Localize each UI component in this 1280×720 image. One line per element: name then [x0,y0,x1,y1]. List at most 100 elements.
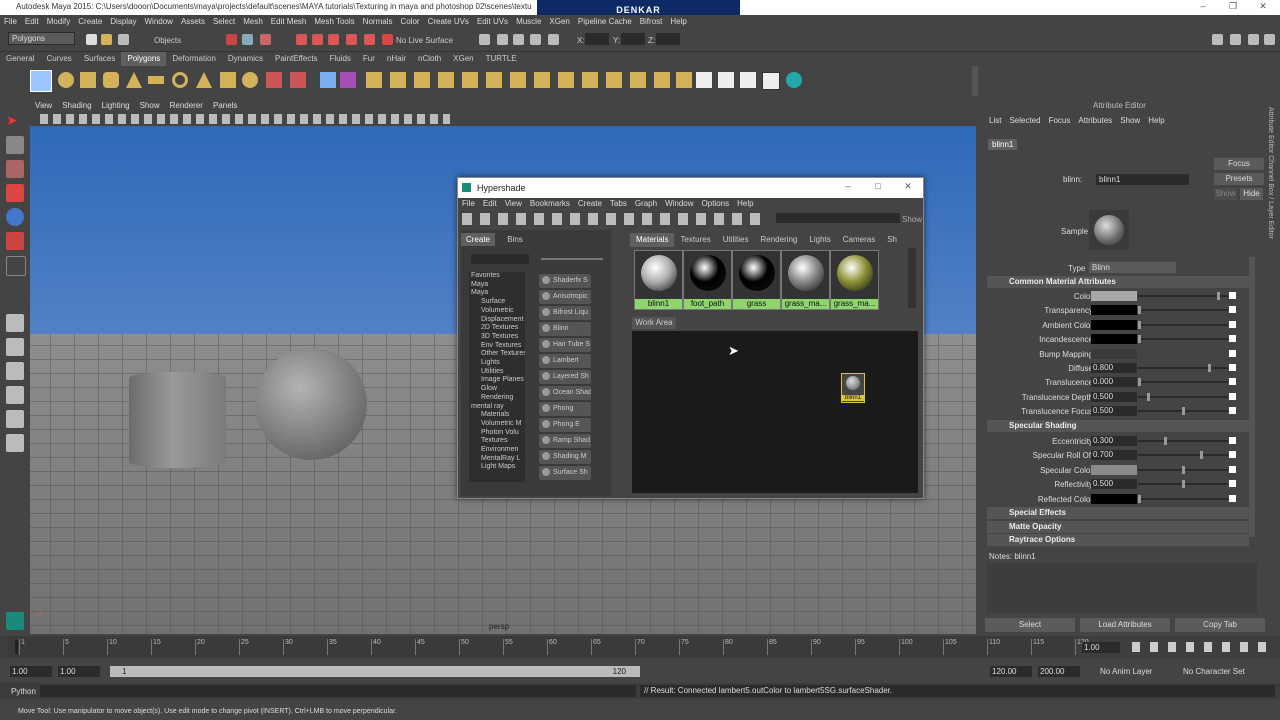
attr-slider[interactable] [1138,367,1228,369]
swatch-scroll[interactable] [908,248,916,308]
playback-end-field[interactable]: 120.00 [990,666,1032,677]
layout-four-icon[interactable] [6,338,24,356]
snap-curve-icon[interactable] [312,34,323,45]
attr-slider-knob[interactable] [1217,292,1221,300]
node-list[interactable]: Shaderfx S Anisotropic Bifrost Liqu Blinn Ha… [539,274,597,484]
tree-item[interactable]: Textures [481,437,507,444]
render-settings-icon[interactable] [530,34,541,45]
map-button-icon[interactable] [1229,306,1236,314]
lasso-tool-icon[interactable] [6,136,24,154]
tab-bins[interactable]: Bins [501,233,529,246]
hs-menu-graph[interactable]: Graph [631,198,661,210]
ae-menu-show[interactable]: Show [1116,115,1144,127]
attr-slider[interactable] [1138,309,1228,312]
tree-item[interactable]: mental ray [471,403,504,410]
objects-label[interactable]: Objects [154,36,181,45]
node-item[interactable]: Layered Sh [539,370,591,384]
map-button-icon[interactable] [1229,451,1236,459]
playback-controls[interactable] [1132,642,1272,652]
attr-field[interactable]: 0.300 [1091,436,1137,446]
shelf-tab-ncloth[interactable]: nCloth [412,52,447,66]
layout-hypershade-icon[interactable] [6,434,24,452]
hs-menu-create[interactable]: Create [574,198,606,210]
character-set-dropdown[interactable]: No Character Set [1183,667,1245,676]
node-item[interactable]: Bifrost Liqu [539,306,591,320]
map-button-icon[interactable] [1229,364,1236,371]
shelf-tab-painteffects[interactable]: PaintEffects [269,52,324,66]
attr-field[interactable]: 0.500 [1091,479,1137,490]
ae-focus-button[interactable]: Focus [1214,158,1264,170]
tree-item[interactable]: Favorites [471,272,500,279]
ae-button-copy-tab[interactable]: Copy Tab [1175,618,1265,632]
menu-assets[interactable]: Assets [177,15,209,29]
material-swatch[interactable]: foot_path [683,250,732,310]
extrude-icon[interactable] [340,72,356,88]
attr-field[interactable] [1091,334,1137,345]
material-swatch[interactable]: grass [732,250,781,310]
rotate-tool-icon[interactable] [6,208,24,226]
scale-tool-icon[interactable] [6,232,24,250]
save-scene-icon[interactable] [118,34,129,45]
reduce-icon[interactable] [582,72,598,88]
current-time-marker[interactable] [15,640,18,654]
tree-item[interactable]: Surface [481,298,505,305]
attr-slider[interactable] [1138,295,1228,297]
start-time-field[interactable]: 1.00 [10,666,52,677]
node-item[interactable]: Surface Sh [539,466,591,480]
render-frame-icon[interactable] [497,34,508,45]
material-swatch[interactable]: grass_ma... [781,250,830,310]
ae-hide-button[interactable]: Hide [1240,188,1263,200]
attr-field[interactable] [1091,305,1137,316]
hs-menu-tabs[interactable]: Tabs [606,198,631,210]
tree-item[interactable]: Rendering [481,394,513,401]
attr-field[interactable] [1091,493,1137,504]
sphere-object[interactable] [255,348,367,460]
work-area-tab[interactable]: Work Area [632,317,676,329]
insert-edge-loop-icon[interactable] [438,72,454,88]
section-collapsed[interactable]: Special Effects [987,507,1249,519]
attr-slider[interactable] [1138,454,1228,457]
attr-field[interactable]: 0.500 [1091,391,1137,402]
hs-close-icon[interactable]: ✕ [901,181,915,193]
map-button-icon[interactable] [1229,378,1236,386]
menu-mesh-tools[interactable]: Mesh Tools [310,15,358,29]
mirror-icon[interactable] [676,72,692,88]
ae-menu-focus[interactable]: Focus [1045,115,1075,127]
hs-tab-rendering[interactable]: Rendering [754,233,803,247]
select-tool-icon[interactable]: ➤ [6,112,24,130]
attr-field[interactable] [1091,464,1137,475]
poly-plane-icon[interactable] [148,76,164,84]
node-item[interactable]: Blinn [539,322,591,336]
menu-modify[interactable]: Modify [43,15,75,29]
attr-field[interactable]: 0.500 [1091,406,1137,417]
attr-field[interactable]: 0.000 [1091,377,1137,388]
anim-layer-dropdown[interactable]: No Anim Layer [1100,667,1152,676]
tool-settings-toggle-icon[interactable] [1264,34,1275,45]
poly-pyramid-icon[interactable] [196,72,212,88]
attr-slider[interactable] [1138,440,1228,442]
map-button-icon[interactable] [1229,480,1236,488]
z-field[interactable] [656,33,680,45]
tree-item[interactable]: Image Planes [481,376,524,383]
shelf-tab-nhair[interactable]: nHair [381,52,412,66]
menu-edit-uvs[interactable]: Edit UVs [473,15,512,29]
menu-file[interactable]: File [0,15,21,29]
paint-select-icon[interactable] [6,160,24,178]
node-item[interactable]: Phong [539,402,591,416]
material-swatch[interactable]: grass_ma... [830,250,879,310]
uv-spherical-icon[interactable] [740,72,756,88]
tree-item[interactable]: 2D Textures [481,324,518,331]
map-button-icon[interactable] [1229,320,1236,328]
snap-grid-icon[interactable] [296,34,307,45]
shelf-tab-surfaces[interactable]: Surfaces [78,52,122,66]
ae-show-button[interactable]: Show [1214,188,1237,200]
attr-field[interactable] [1091,291,1137,301]
ae-node-tab[interactable]: blinn1 [988,139,1018,150]
viewport-icons[interactable] [40,114,450,124]
tree-item[interactable]: Env Textures [481,342,521,349]
tree-item[interactable]: Glow [481,385,497,392]
hs-tab-cameras[interactable]: Cameras [837,233,881,247]
poly-torus-icon[interactable] [172,72,188,88]
attr-slider-knob[interactable] [1182,480,1185,489]
open-scene-icon[interactable] [101,34,112,45]
